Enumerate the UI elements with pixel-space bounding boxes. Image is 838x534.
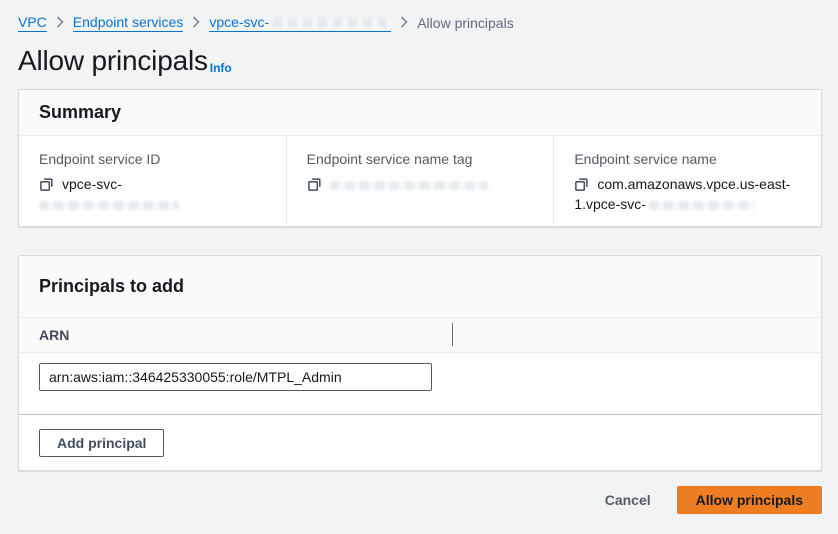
allow-principals-button[interactable]: Allow principals (677, 486, 822, 514)
redacted-text (330, 181, 488, 190)
page: VPC Endpoint services vpce-svc- Allow pr… (0, 0, 838, 514)
arn-column-header-row: ARN (19, 318, 821, 353)
field-value: com.amazonaws.vpce.us-east-1.vpce-svc- (574, 174, 801, 214)
summary-field-endpoint-service-name-tag: Endpoint service name tag (287, 136, 555, 226)
page-title: Allow principals (18, 45, 208, 77)
arn-column-header: ARN (39, 327, 69, 343)
principals-card: Principals to add ARN Add principal (18, 255, 822, 471)
page-title-row: Allow principals Info (18, 45, 822, 77)
breadcrumb: VPC Endpoint services vpce-svc- Allow pr… (18, 0, 822, 32)
redacted-text (649, 201, 755, 210)
copy-icon[interactable] (39, 177, 54, 192)
summary-card: Summary Endpoint service ID vpce-svc- En… (18, 89, 822, 227)
copy-icon[interactable] (307, 177, 322, 192)
summary-body: Endpoint service ID vpce-svc- Endpoint s… (19, 136, 821, 226)
cancel-button[interactable]: Cancel (605, 492, 651, 508)
arn-input[interactable] (39, 363, 432, 391)
field-label: Endpoint service ID (39, 150, 266, 168)
breadcrumb-link-vpc[interactable]: VPC (18, 14, 47, 32)
summary-field-endpoint-service-id: Endpoint service ID vpce-svc- (19, 136, 287, 226)
summary-field-endpoint-service-name: Endpoint service name com.amazonaws.vpce… (554, 136, 821, 226)
chevron-right-icon (400, 15, 408, 31)
summary-card-header: Summary (19, 90, 821, 136)
breadcrumb-service-id-prefix: vpce-svc- (209, 14, 269, 30)
endpoint-service-id-value: vpce-svc- (62, 176, 122, 192)
footer-actions: Cancel Allow principals (18, 486, 822, 514)
breadcrumb-link-endpoint-service-id[interactable]: vpce-svc- (209, 14, 391, 32)
copy-icon[interactable] (574, 177, 589, 192)
chevron-right-icon (192, 15, 200, 31)
redacted-text (39, 201, 179, 210)
redacted-text (273, 18, 391, 27)
column-resize-divider[interactable] (452, 323, 453, 346)
breadcrumb-current: Allow principals (417, 15, 513, 31)
principals-card-header: Principals to add (19, 256, 821, 318)
info-link[interactable]: Info (210, 59, 232, 77)
add-principal-row: Add principal (19, 415, 821, 470)
arn-input-row (19, 353, 821, 415)
breadcrumb-link-endpoint-services[interactable]: Endpoint services (73, 14, 184, 32)
field-label: Endpoint service name tag (307, 150, 534, 168)
field-label: Endpoint service name (574, 150, 801, 168)
chevron-right-icon (56, 15, 64, 31)
add-principal-button[interactable]: Add principal (39, 429, 164, 457)
field-value: vpce-svc- (39, 174, 266, 214)
field-value (307, 174, 534, 194)
